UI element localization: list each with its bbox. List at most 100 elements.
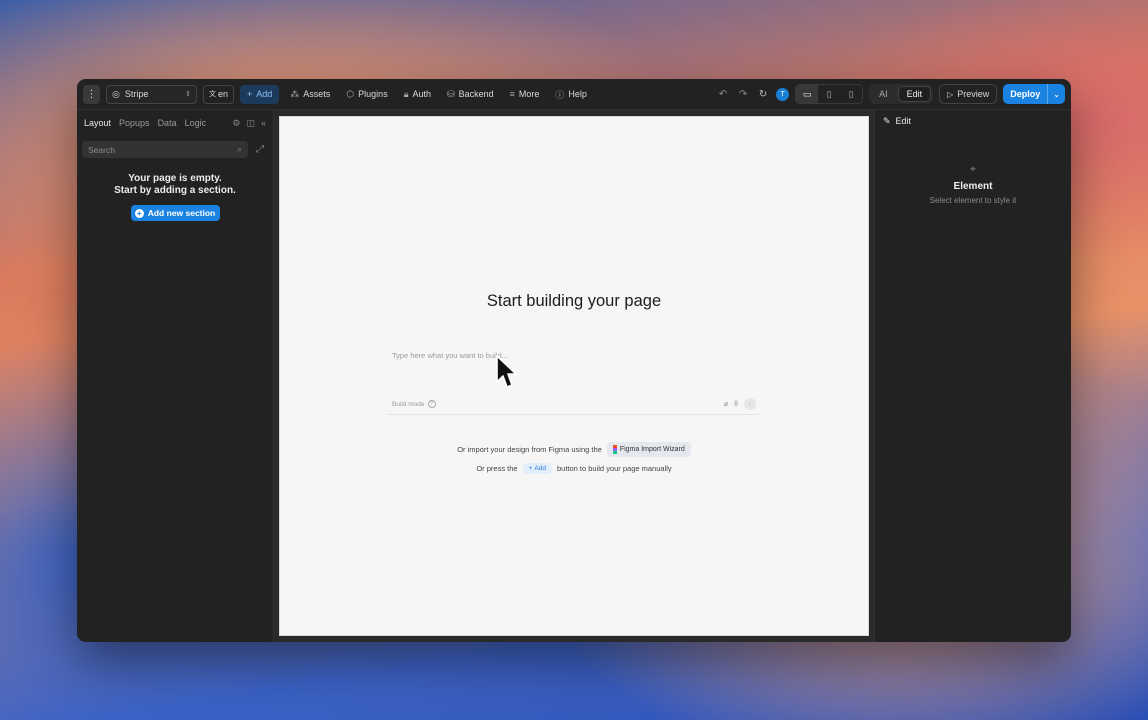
tab-data[interactable]: Data [158, 118, 177, 128]
backend-button[interactable]: ⛁ Backend [442, 85, 499, 104]
send-icon[interactable]: ↑ [744, 398, 756, 410]
empty-line-2: Start by adding a section. [114, 185, 236, 196]
language-selector[interactable]: 文 en [203, 84, 235, 104]
undo-icon[interactable]: ↶ [716, 89, 730, 100]
mode-ai-button[interactable]: AI [871, 86, 896, 102]
expand-icon[interactable]: ⤢ [256, 144, 264, 155]
hamburger-icon: ≡ [509, 89, 515, 99]
manual-prefix: Or press the [476, 464, 518, 473]
manual-add-line: Or press the + Add button to build your … [280, 463, 868, 474]
element-subtitle: Select element to style it [929, 196, 1017, 205]
refresh-icon[interactable]: ↻ [756, 89, 770, 100]
left-sidebar: Layout Popups Data Logic ⚙ ◫ « Search ⌕ … [77, 110, 274, 642]
tab-layout[interactable]: Layout [84, 118, 111, 128]
preview-button[interactable]: ▷ Preview [939, 84, 998, 104]
top-toolbar: ⋮ ◎ Stripe ⇕ 文 en + Add ⁂ Assets ⬡ Plugi… [77, 79, 1071, 110]
database-icon: ⛁ [447, 88, 455, 99]
search-placeholder: Search [88, 144, 115, 155]
project-selector[interactable]: ◎ Stripe ⇕ [106, 84, 197, 104]
tablet-icon: ▯ [826, 88, 832, 99]
language-code: en [218, 89, 229, 99]
figma-icon [612, 445, 617, 454]
play-icon: ▷ [947, 89, 954, 99]
kebab-icon: ⋮ [86, 88, 97, 100]
build-mode-label: Build mode [392, 400, 425, 408]
empty-page-message: Your page is empty. Start by adding a se… [77, 173, 273, 197]
panel-icon[interactable]: ◫ [246, 118, 255, 129]
tablet-view-button[interactable]: ▯ [818, 85, 840, 103]
project-name: Stripe [124, 89, 149, 99]
plus-icon: + [528, 465, 533, 472]
collapse-icon[interactable]: « [261, 118, 266, 129]
add-button[interactable]: + Add [240, 84, 280, 104]
page-canvas[interactable]: Start building your page Type here what … [279, 116, 869, 636]
left-panel-actions: ⚙ ◫ « [232, 118, 266, 129]
plugin-icon: ⬡ [346, 88, 355, 99]
desktop-view-button[interactable]: ▭ [796, 85, 819, 103]
prompt-tools: ⌀ ⅼⅼ ↑ [724, 398, 756, 410]
layer-search-input[interactable]: Search ⌕ [82, 141, 248, 158]
help-label: Help [568, 89, 587, 99]
mobile-icon: ▯ [848, 88, 854, 99]
tab-popups[interactable]: Popups [119, 118, 150, 128]
inline-add-button[interactable]: + Add [522, 463, 552, 474]
assets-icon: ⁂ [290, 88, 300, 99]
chevron-down-icon[interactable]: ⌄ [1047, 84, 1065, 104]
right-sidebar: ✎ Edit ⌖ Element Select element to style… [874, 110, 1071, 642]
voice-icon[interactable]: ⅼⅼ [734, 400, 738, 408]
help-circle-icon: ⓘ [555, 89, 565, 100]
edit-panel-title: Edit [895, 116, 912, 126]
backend-label: Backend [458, 89, 494, 99]
pencil-icon: ✎ [883, 115, 891, 126]
mobile-view-button[interactable]: ▯ [840, 85, 862, 103]
settings-icon[interactable]: ⚙ [232, 118, 240, 129]
add-new-section-button[interactable]: + Add new section [130, 205, 220, 221]
empty-line-1: Your page is empty. [128, 173, 222, 184]
plugins-button[interactable]: ⬡ Plugins [341, 85, 392, 104]
figma-import-wizard-button[interactable]: Figma Import Wizard [606, 442, 691, 457]
mode-edit-button[interactable]: Edit [897, 86, 932, 102]
cursor-pointer-icon: ⌖ [970, 164, 976, 175]
question-icon: ? [427, 400, 436, 408]
desktop-icon: ▭ [802, 88, 812, 99]
more-button[interactable]: ≡ More [505, 85, 545, 104]
auth-label: Auth [412, 89, 432, 99]
main-menu-button[interactable]: ⋮ [83, 84, 100, 104]
avatar-initial: T [780, 90, 785, 98]
more-label: More [518, 89, 540, 99]
preview-label: Preview [957, 89, 990, 99]
help-button[interactable]: ⓘ Help [550, 85, 592, 104]
plus-circle-icon: + [134, 208, 144, 218]
redo-icon[interactable]: ↷ [736, 89, 750, 100]
edit-panel-header: ✎ Edit [875, 110, 1071, 132]
figma-import-line: Or import your design from Figma using t… [280, 442, 868, 457]
import-text: Or import your design from Figma using t… [457, 445, 602, 454]
build-mode-toggle[interactable]: Build mode ? [392, 400, 436, 408]
element-title: Element [953, 181, 993, 192]
assets-button[interactable]: ⁂ Assets [285, 85, 335, 104]
prompt-input[interactable]: Type here what you want to build... [392, 351, 508, 360]
figma-wizard-label: Figma Import Wizard [619, 446, 685, 453]
tab-logic[interactable]: Logic [185, 118, 207, 128]
canvas-area: Start building your page Type here what … [274, 110, 874, 642]
device-switcher: ▭ ▯ ▯ [795, 84, 864, 104]
plus-icon: + [247, 89, 253, 99]
ai-prompt-box[interactable]: Type here what you want to build... Buil… [388, 339, 760, 415]
plugins-label: Plugins [358, 89, 388, 99]
deploy-button[interactable]: Deploy ⌄ [1003, 84, 1065, 104]
avatar[interactable]: T [776, 87, 790, 101]
globe-icon: ◎ [112, 88, 120, 99]
auth-button[interactable]: 🔒︎ Auth [399, 85, 436, 104]
search-icon: ⌕ [237, 144, 242, 154]
manual-suffix: button to build your page manually [556, 464, 672, 473]
canvas-title: Start building your page [486, 292, 662, 310]
app-window: ⋮ ◎ Stripe ⇕ 文 en + Add ⁂ Assets ⬡ Plugi… [77, 79, 1071, 642]
translate-icon: 文 [209, 91, 216, 98]
left-tabs: Layout Popups Data Logic ⚙ ◫ « [77, 110, 273, 136]
chevron-updown-icon: ⇕ [185, 91, 191, 98]
attach-icon[interactable]: ⌀ [724, 400, 728, 408]
add-label: Add [256, 89, 273, 99]
deploy-label: Deploy [1010, 89, 1041, 99]
assets-label: Assets [303, 89, 331, 99]
mouse-cursor-icon [496, 355, 517, 388]
